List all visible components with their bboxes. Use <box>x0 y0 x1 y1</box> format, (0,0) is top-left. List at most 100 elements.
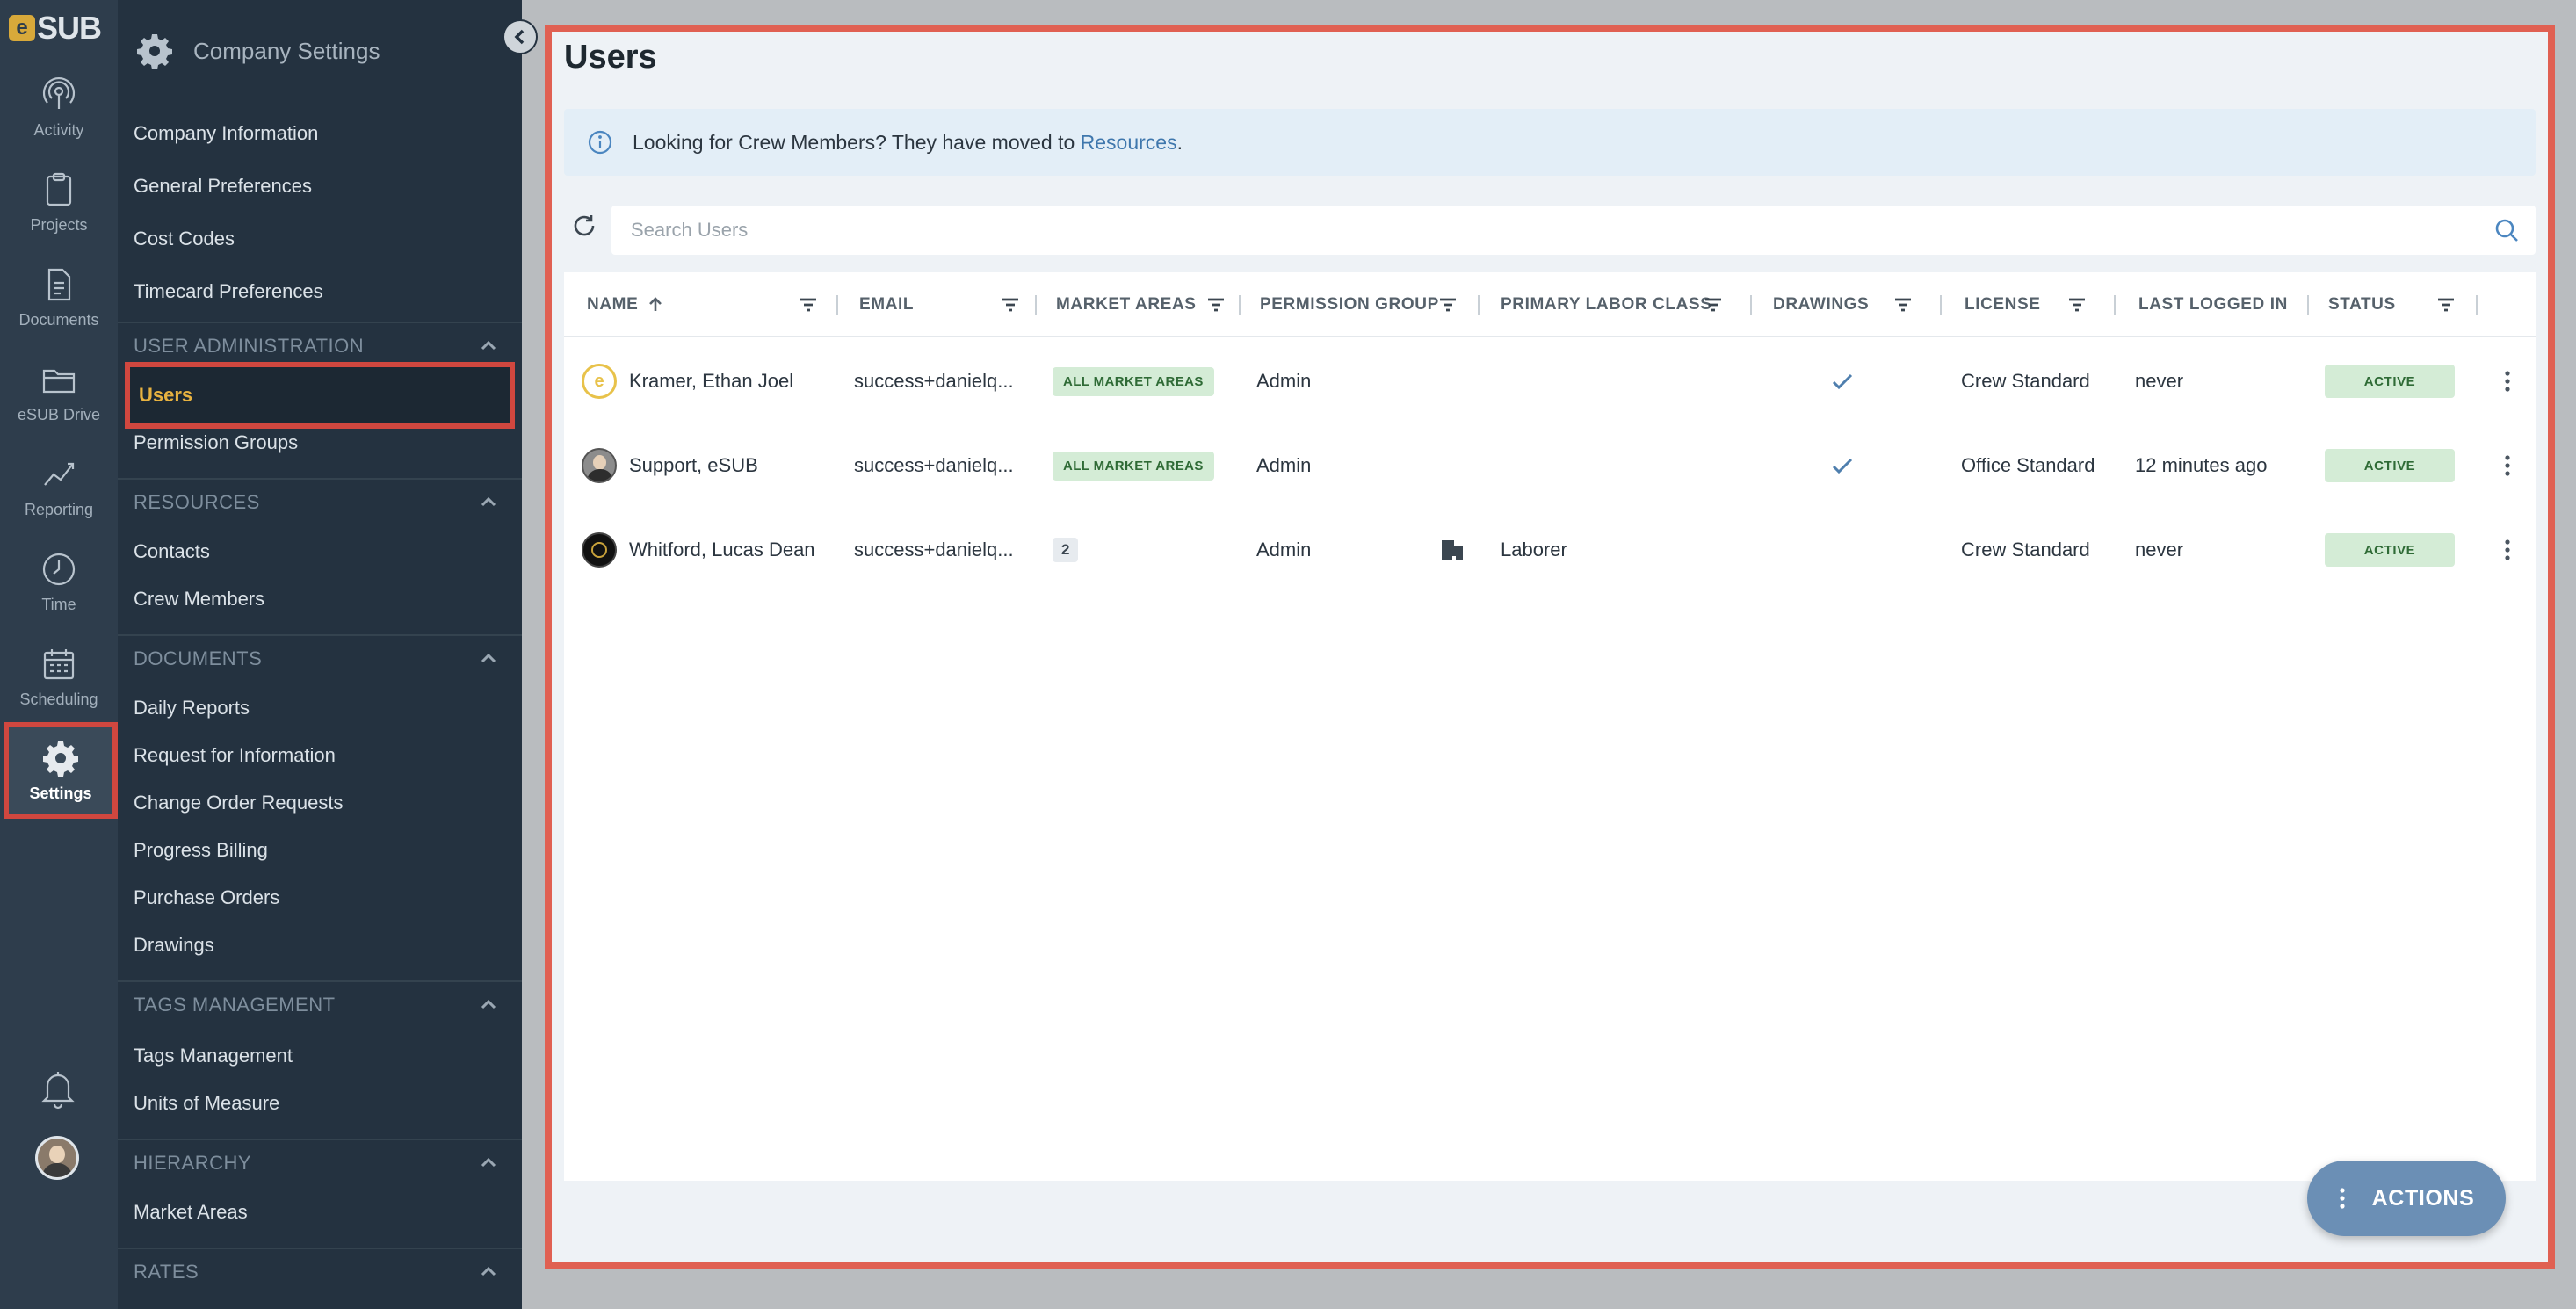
filter-name-button[interactable] <box>798 294 819 315</box>
sidebar-item-contacts[interactable]: Contacts <box>118 529 522 575</box>
sidebar-title: Company Settings <box>193 37 380 64</box>
column-header-drawings[interactable]: DRAWINGS <box>1773 272 1869 337</box>
section-rates[interactable]: RATES <box>118 1249 522 1295</box>
rail-item-activity[interactable]: Activity <box>0 63 118 151</box>
cell-last-logged-in: 12 minutes ago <box>2135 454 2268 476</box>
page-title: Users <box>564 39 657 76</box>
filter-icon <box>1002 298 1018 312</box>
sidebar-item-permission-groups[interactable]: Permission Groups <box>118 420 522 466</box>
sidebar-item-drawings[interactable]: Drawings <box>118 922 522 968</box>
sidebar-item-market-areas[interactable]: Market Areas <box>118 1190 522 1235</box>
column-header-status[interactable]: STATUS <box>2328 272 2396 337</box>
cell-license: Crew Standard <box>1961 539 2090 560</box>
avatar <box>582 532 617 568</box>
sidebar-item-crew-members[interactable]: Crew Members <box>118 576 522 622</box>
column-header-permission-group[interactable]: PERMISSION GROUP <box>1260 272 1439 337</box>
table-header: NAME EMAIL MARKET AREAS PERMISSION GROUP… <box>564 272 2536 337</box>
sidebar-header: Company Settings <box>118 18 522 84</box>
column-header-market-areas[interactable]: MARKET AREAS <box>1056 272 1197 337</box>
filter-drawings-button[interactable] <box>1892 294 1914 315</box>
sidebar-item-company-information[interactable]: Company Information <box>118 111 522 156</box>
filter-icon <box>1440 298 1456 312</box>
arrow-up-icon[interactable] <box>647 296 664 314</box>
filter-permission-group-button[interactable] <box>1437 294 1458 315</box>
filter-icon <box>1705 298 1721 312</box>
rail-item-documents[interactable]: Documents <box>0 253 118 341</box>
cell-market-areas: ALL MARKET AREAS <box>1053 339 1214 423</box>
gear-icon <box>43 741 78 777</box>
sidebar-item-cost-codes[interactable]: Cost Codes <box>118 216 522 262</box>
sidebar-item-tags-management[interactable]: Tags Management <box>118 1033 522 1079</box>
filter-icon <box>1895 298 1911 312</box>
section-resources[interactable]: RESOURCES <box>118 480 522 525</box>
sidebar-item-request-for-information[interactable]: Request for Information <box>118 733 522 778</box>
column-header-name[interactable]: NAME <box>587 272 664 337</box>
filter-email-button[interactable] <box>1000 294 1021 315</box>
resources-link[interactable]: Resources <box>1081 131 1177 154</box>
cell-name: Whitford, Lucas Dean <box>582 508 815 592</box>
rail-item-projects[interactable]: Projects <box>0 158 118 246</box>
sidebar-item-timecard-preferences[interactable]: Timecard Preferences <box>118 269 522 315</box>
column-header-last-logged-in[interactable]: LAST LOGGED IN <box>2138 272 2288 337</box>
cell-last-logged-in: never <box>2135 539 2184 560</box>
chart-icon <box>44 462 75 486</box>
rail-item-settings[interactable]: Settings <box>4 722 118 819</box>
notifications-button[interactable] <box>39 1067 77 1110</box>
sidebar-item-change-order-requests[interactable]: Change Order Requests <box>118 780 522 826</box>
rail-item-label: eSUB Drive <box>17 405 101 423</box>
rail-item-scheduling[interactable]: Scheduling <box>0 633 118 720</box>
chevron-up-icon <box>481 653 496 663</box>
cell-labor-class: Laborer <box>1501 539 1567 560</box>
chevron-up-icon <box>481 999 496 1009</box>
search-icon[interactable] <box>2493 217 2520 243</box>
sidebar-item-users[interactable]: Users <box>125 362 515 429</box>
info-icon <box>588 130 612 155</box>
sidebar-item-daily-reports[interactable]: Daily Reports <box>118 685 522 731</box>
clipboard-icon <box>46 172 72 206</box>
rail-item-label: Reporting <box>24 500 94 518</box>
rail-item-reporting[interactable]: Reporting <box>0 443 118 531</box>
table-row[interactable]: Support, eSUB success+danielq... ALL MAR… <box>564 423 2536 508</box>
rail-item-esub-drive[interactable]: eSUB Drive <box>0 348 118 436</box>
filter-license-button[interactable] <box>2066 294 2088 315</box>
actions-button[interactable]: ACTIONS <box>2307 1161 2506 1236</box>
chevron-up-icon <box>481 1157 496 1168</box>
collapse-sidebar-button[interactable] <box>503 19 538 54</box>
column-header-license[interactable]: LICENSE <box>1965 272 2041 337</box>
notice-text: Looking for Crew Members? They have move… <box>633 130 1183 154</box>
column-header-email[interactable]: EMAIL <box>859 272 914 337</box>
section-hierarchy[interactable]: HIERARCHY <box>118 1140 522 1186</box>
filter-labor-class-button[interactable] <box>1703 294 1724 315</box>
chevron-up-icon <box>481 1266 496 1276</box>
actions-label: ACTIONS <box>2371 1185 2475 1211</box>
refresh-button[interactable] <box>571 213 597 239</box>
filter-status-button[interactable] <box>2435 294 2457 315</box>
table-row[interactable]: Whitford, Lucas Dean success+danielq... … <box>564 508 2536 592</box>
row-menu-button[interactable] <box>2504 339 2511 423</box>
sidebar-item-purchase-orders[interactable]: Purchase Orders <box>118 875 522 921</box>
search-input[interactable] <box>631 219 2388 242</box>
more-vertical-icon <box>2505 539 2510 560</box>
row-menu-button[interactable] <box>2504 508 2511 592</box>
filter-market-areas-button[interactable] <box>1205 294 1226 315</box>
status-badge: ACTIVE <box>2325 449 2455 482</box>
filter-icon <box>1208 298 1224 312</box>
sidebar-item-units-of-measure[interactable]: Units of Measure <box>118 1081 522 1126</box>
row-menu-button[interactable] <box>2504 423 2511 508</box>
table-row[interactable]: e Kramer, Ethan Joel success+danielq... … <box>564 339 2536 423</box>
market-areas-badge: ALL MARKET AREAS <box>1053 366 1214 396</box>
cell-market-areas: ALL MARKET AREAS <box>1053 423 1214 508</box>
column-header-primary-labor-class[interactable]: PRIMARY LABOR CLASS <box>1501 272 1711 337</box>
sidebar-item-progress-billing[interactable]: Progress Billing <box>118 828 522 873</box>
user-avatar[interactable] <box>35 1136 79 1180</box>
cell-name: Support, eSUB <box>582 423 758 508</box>
rail-item-label: Activity <box>33 120 84 139</box>
esub-logo[interactable]: e SUB <box>9 10 107 46</box>
more-vertical-icon <box>2505 455 2510 476</box>
filter-icon <box>800 298 816 312</box>
section-tags-management[interactable]: TAGS MANAGEMENT <box>118 982 522 1028</box>
rail-item-time[interactable]: Time <box>0 538 118 626</box>
avatar <box>582 448 617 483</box>
section-documents[interactable]: DOCUMENTS <box>118 636 522 682</box>
sidebar-item-general-preferences[interactable]: General Preferences <box>118 163 522 209</box>
